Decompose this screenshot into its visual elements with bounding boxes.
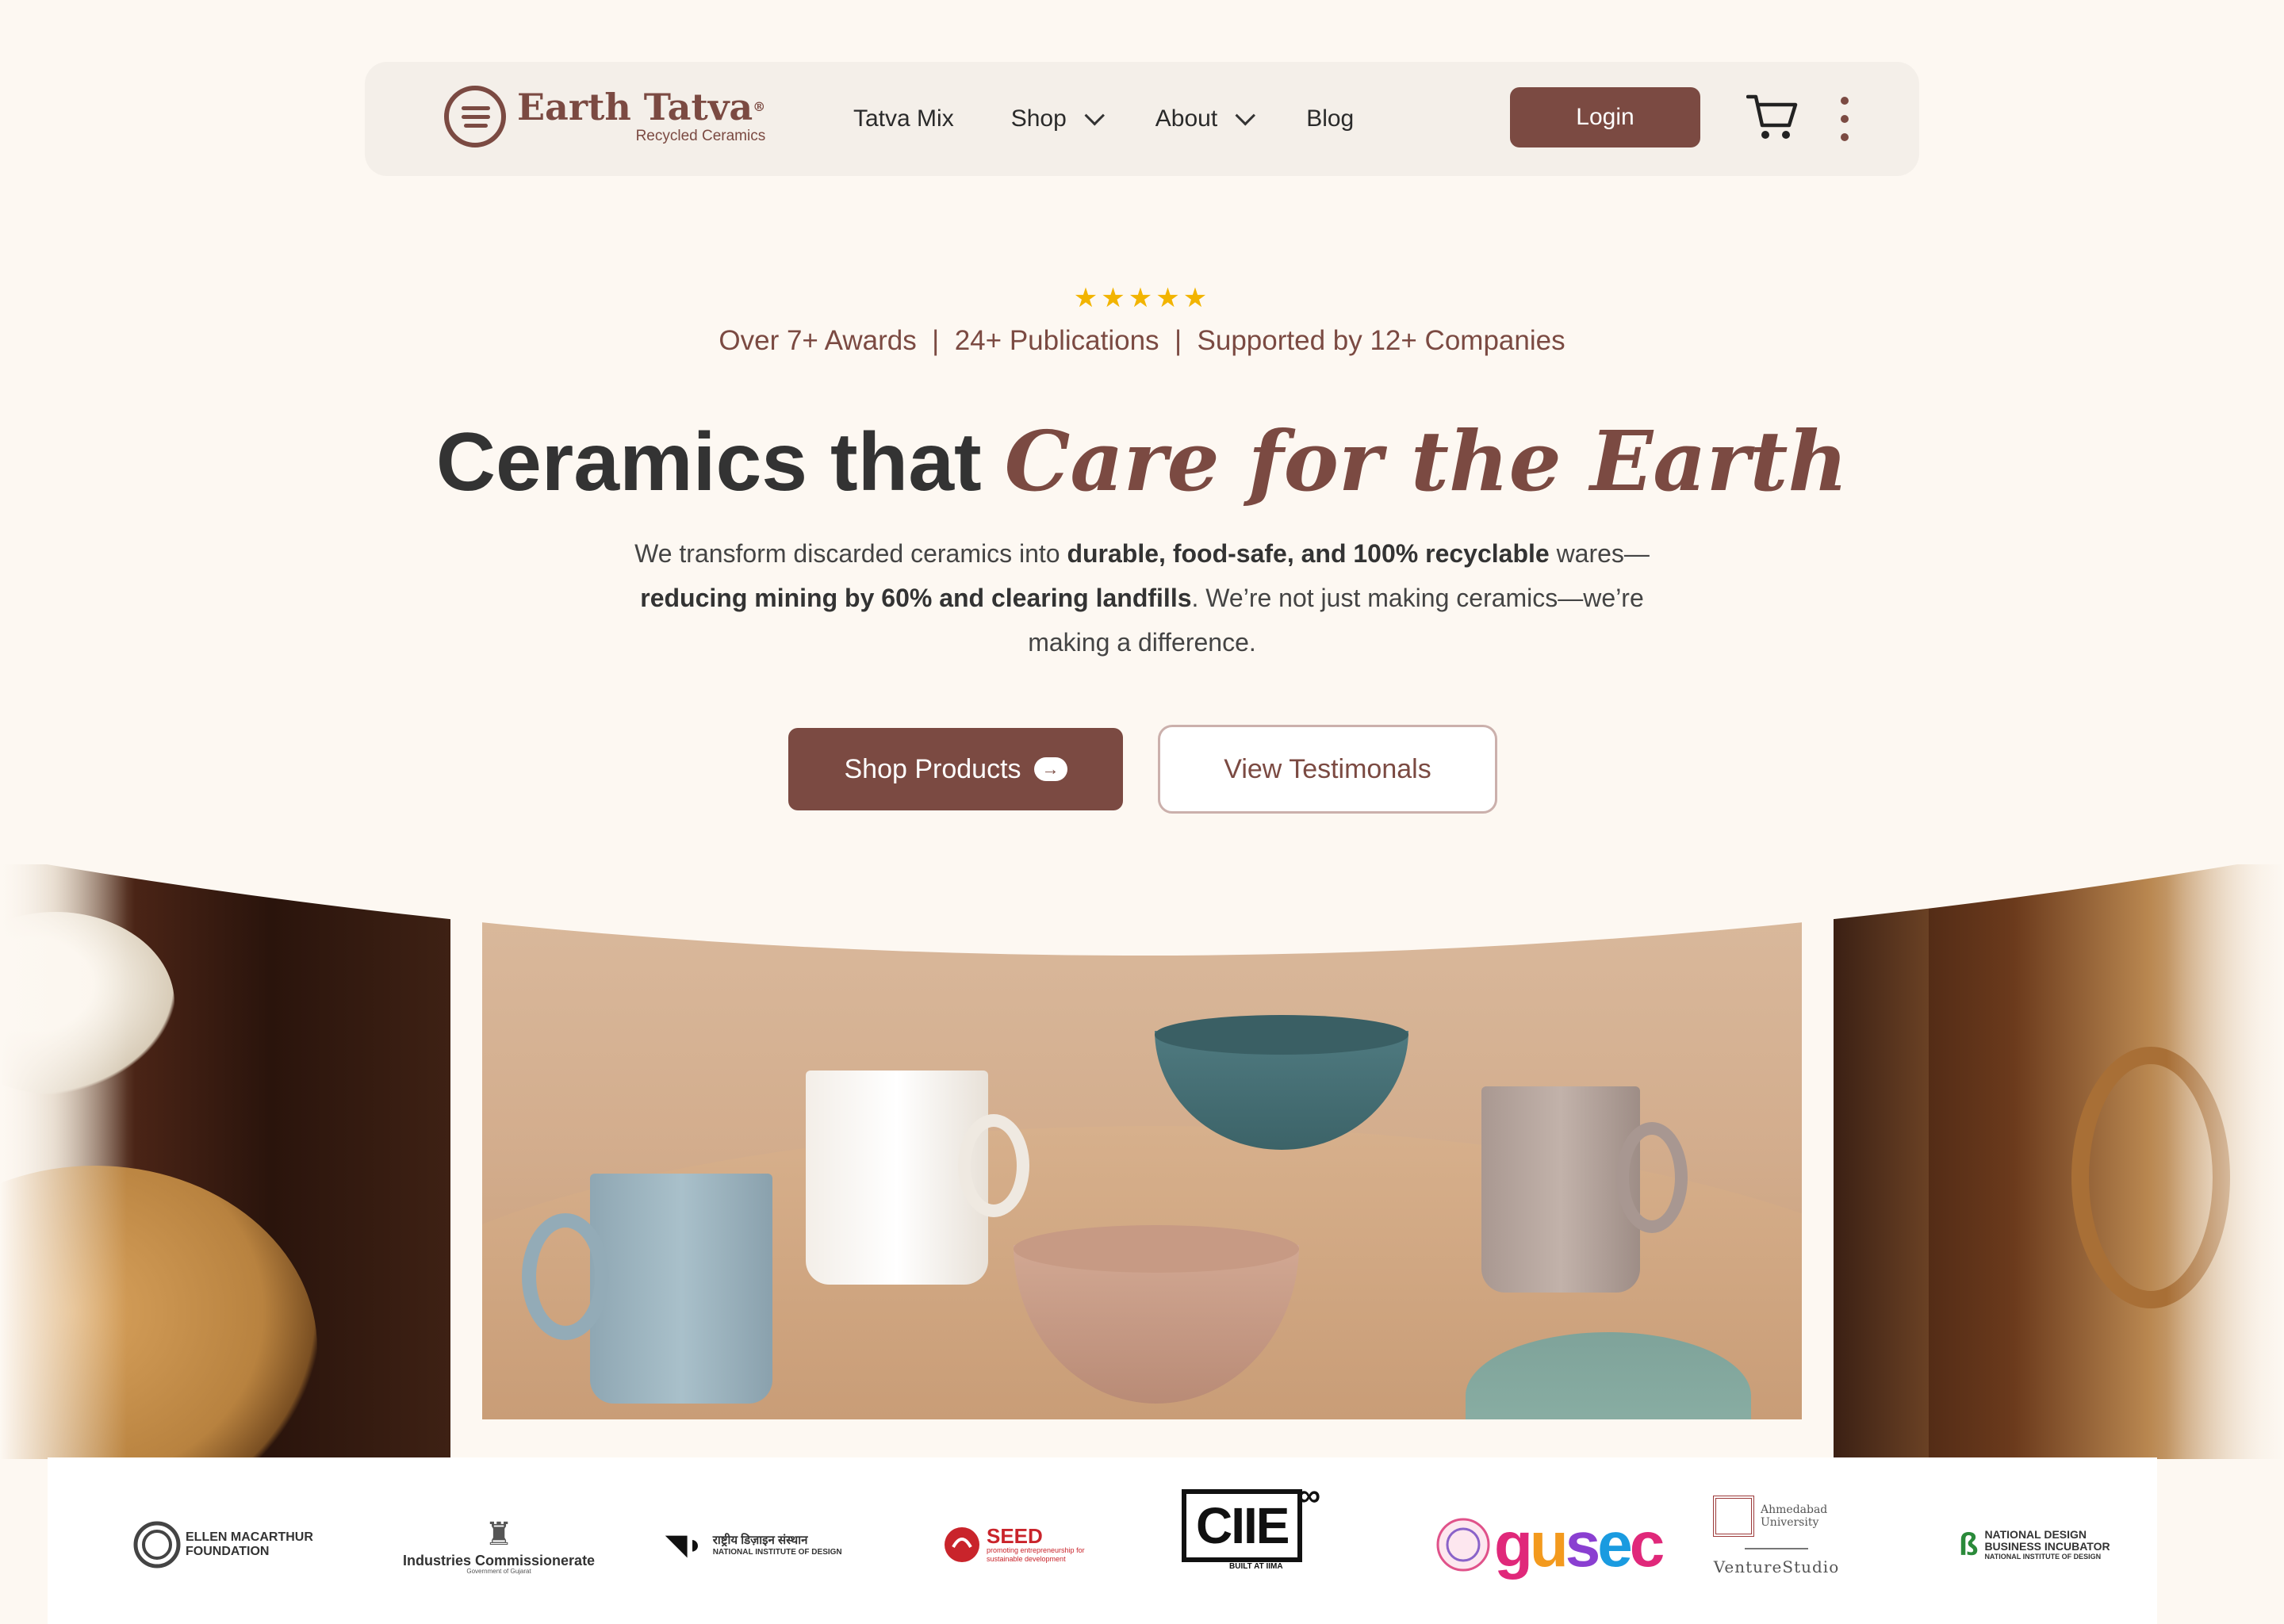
partner-logo-ahmedabad-university: Ahmedabad University VentureStudio <box>1713 1496 1840 1591</box>
chevron-down-icon <box>1235 105 1256 126</box>
infinity-icon: ∞ <box>1297 1478 1320 1513</box>
headline-plain: Ceramics that <box>435 416 1005 508</box>
au-icon <box>1713 1496 1754 1537</box>
arrow-right-icon: → <box>1033 757 1067 781</box>
view-testimonials-button[interactable]: View Testimonals <box>1158 725 1497 814</box>
partner-sub: NATIONAL INSTITUTE OF DESIGN <box>712 1547 842 1557</box>
desc-bold: durable, food-safe, and 100% recyclable <box>1067 539 1550 568</box>
nav-link-label: Blog <box>1306 105 1355 132</box>
hero-headline: Ceramics that Care for the Earth <box>0 412 2284 510</box>
partner-logo-industries-commissionerate: ♜ Industries Commissionerate Government … <box>403 1505 595 1584</box>
partner-logo-gusec: gusec <box>1435 1505 1665 1584</box>
kebab-menu-icon[interactable] <box>1837 97 1853 141</box>
nav-link-shop[interactable]: Shop <box>1010 105 1105 132</box>
partner-logo-nid: ◥◗ राष्ट्रीय डिज़ाइन संस्थान NATIONAL IN… <box>666 1505 842 1584</box>
partner-sub: BUILT AT IIMA <box>1229 1562 1283 1571</box>
hero-description: We transform discarded ceramics into dur… <box>627 531 1657 665</box>
gallery-curve-mask <box>0 833 2284 956</box>
cart-icon[interactable] <box>1746 90 1799 143</box>
nav-link-about[interactable]: About <box>1155 105 1256 132</box>
product-gallery[interactable] <box>0 833 2284 1459</box>
partner-name: CIIE <box>1182 1489 1303 1562</box>
seed-icon <box>945 1527 979 1562</box>
emblem-icon: ♜ <box>485 1516 513 1552</box>
ellen-macarthur-icon <box>133 1521 181 1568</box>
brand-name: Earth Tatva <box>517 86 753 128</box>
button-label: Shop Products <box>844 753 1021 784</box>
ndbi-icon: ß <box>1959 1526 1979 1562</box>
partner-name: SEED <box>987 1524 1043 1548</box>
divider <box>1745 1548 1808 1549</box>
registered-mark: ® <box>753 99 766 114</box>
nav-link-label: Shop <box>1010 105 1067 132</box>
nav-links: Tatva Mix Shop About Blog <box>853 62 1354 176</box>
partner-name: Industries Commissionerate <box>403 1552 596 1568</box>
brand-tagline: Recycled Ceramics <box>635 128 766 144</box>
brand-logo[interactable]: Earth Tatva® Recycled Ceramics <box>444 86 765 147</box>
nav-link-label: About <box>1155 105 1218 132</box>
partner-sub: promoting entrepreneurship for sustainab… <box>987 1546 1085 1563</box>
desc-text: We transform discarded ceramics into <box>634 539 1067 568</box>
shop-products-button[interactable]: Shop Products → <box>788 728 1123 810</box>
chevron-down-icon <box>1084 105 1105 126</box>
login-button[interactable]: Login <box>1510 87 1700 147</box>
hero-stats: Over 7+ Awards | 24+ Publications | Supp… <box>719 325 1565 356</box>
partner-logo-ndbi: ß NATIONAL DESIGN BUSINESS INCUBATOR NAT… <box>1959 1505 2127 1584</box>
nav-link-label: Tatva Mix <box>853 105 954 132</box>
partner-logo-ciie: CIIE ∞ BUILT AT IIMA <box>1182 1478 1320 1571</box>
partner-logo-ellen-macarthur: ELLEN MACARTHUR FOUNDATION <box>133 1505 328 1584</box>
partner-name: NATIONAL DESIGN BUSINESS INCUBATOR <box>1984 1528 2110 1553</box>
partner-name: ELLEN MACARTHUR FOUNDATION <box>186 1530 313 1558</box>
headline-accent: Care for the Earth <box>1004 412 1849 510</box>
logo-mark-icon <box>444 86 506 147</box>
partner-name: gusec <box>1494 1509 1665 1580</box>
gusec-seal-icon <box>1436 1518 1490 1572</box>
desc-bold: reducing mining by 60% and clearing land… <box>640 584 1192 612</box>
partner-name: Ahmedabad University <box>1761 1503 1828 1529</box>
partner-sub: Government of Gujarat <box>466 1567 531 1575</box>
partner-logo-seed: SEED promoting entrepreneurship for sust… <box>942 1505 1090 1584</box>
nav-link-blog[interactable]: Blog <box>1306 105 1354 132</box>
nid-icon: ◥◗ <box>666 1530 703 1560</box>
partner-sub: VentureStudio <box>1713 1557 1840 1576</box>
nav-link-tatva-mix[interactable]: Tatva Mix <box>853 105 954 132</box>
desc-text: wares— <box>1549 539 1650 568</box>
partner-name: राष्ट्रीय डिज़ाइन संस्थान <box>712 1533 808 1547</box>
navbar: Earth Tatva® Recycled Ceramics Tatva Mix… <box>365 62 1919 176</box>
rating-stars: ★★★★★ <box>1073 283 1211 313</box>
partner-logos: ELLEN MACARTHUR FOUNDATION ♜ Industries … <box>48 1457 2157 1624</box>
partner-sub: NATIONAL INSTITUTE OF DESIGN <box>1984 1553 2102 1561</box>
